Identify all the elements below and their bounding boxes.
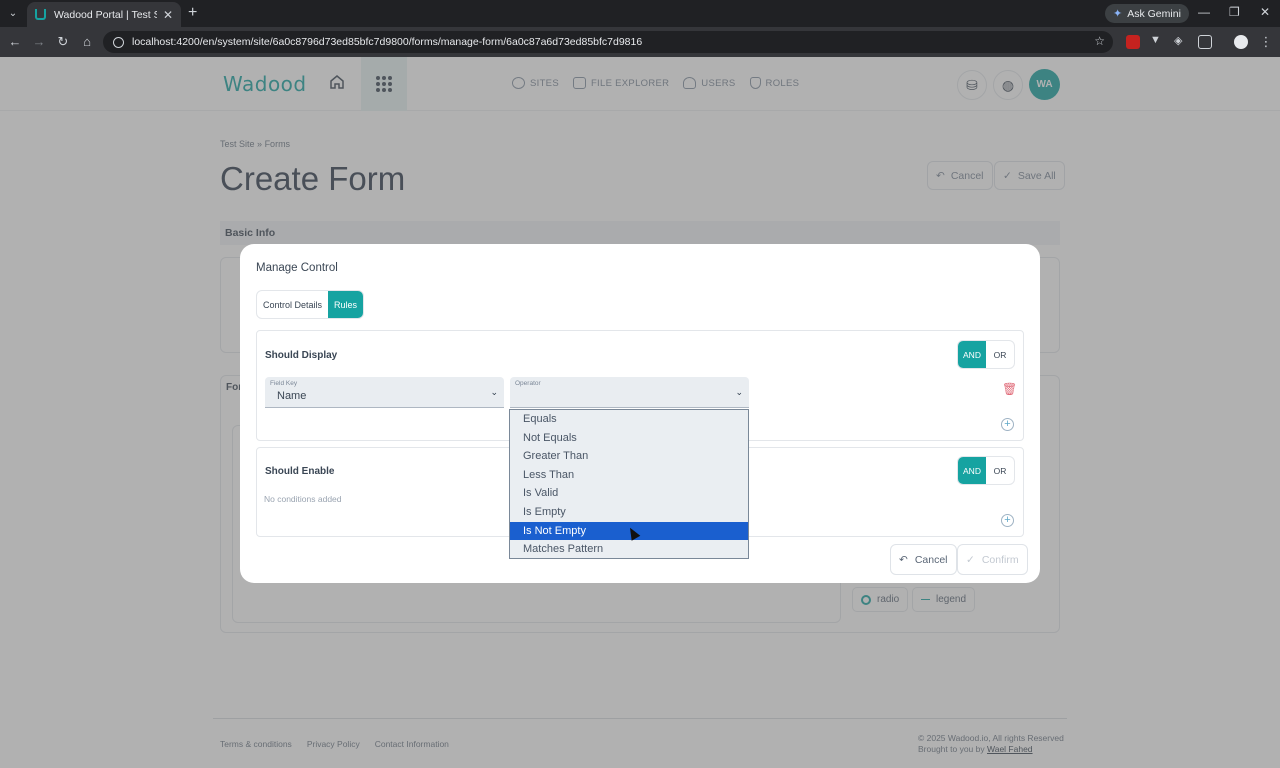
add-display-condition-icon[interactable]: + — [1001, 418, 1014, 431]
option-is-empty[interactable]: Is Empty — [510, 503, 748, 522]
minimize-icon[interactable]: — — [1198, 5, 1210, 19]
browser-menu-icon[interactable]: ⋮ — [1258, 34, 1274, 50]
add-enable-condition-icon[interactable]: + — [1001, 514, 1014, 527]
chevron-down-icon: ⌄ — [735, 387, 743, 397]
tab-search-chevron-icon[interactable]: ⌄ — [0, 0, 26, 27]
browser-tab-title: Wadood Portal | Test Site - Cre… — [54, 8, 157, 21]
home-browser-icon[interactable]: ⌂ — [79, 34, 95, 49]
gemini-spark-icon: ✦ — [1113, 8, 1123, 20]
restore-icon[interactable]: ❐ — [1229, 5, 1240, 19]
dialog-cancel-label: Cancel — [914, 553, 948, 566]
dialog-title: Manage Control — [256, 262, 338, 274]
operator-select[interactable]: Operator ⌄ — [510, 377, 749, 408]
field-key-value: Name — [277, 390, 307, 402]
undo-icon: ↶ — [899, 553, 908, 566]
option-greater-than[interactable]: Greater Than — [510, 447, 748, 466]
confirm-button[interactable]: ✓ Confirm — [957, 544, 1028, 575]
ask-gemini-button[interactable]: ✦ Ask Gemini — [1105, 4, 1189, 23]
field-key-select[interactable]: Field Key Name ⌄ — [265, 377, 504, 408]
no-conditions-text: No conditions added — [264, 494, 342, 504]
profile-icon[interactable] — [1234, 35, 1248, 49]
vue-devtools-icon[interactable]: ▼ — [1150, 34, 1164, 48]
new-tab-icon[interactable]: + — [188, 4, 197, 22]
confirm-label: Confirm — [981, 553, 1019, 566]
url-text: localhost:4200/en/system/site/6a0c8796d7… — [132, 36, 643, 48]
extension-2-icon[interactable]: ◈ — [1174, 34, 1188, 48]
site-favicon-icon — [35, 9, 46, 20]
enable-or-button[interactable]: OR — [986, 457, 1014, 484]
display-logic-toggle: AND OR — [957, 340, 1015, 369]
option-equals[interactable]: Equals — [510, 410, 748, 429]
tab-control-details[interactable]: Control Details — [257, 291, 328, 318]
display-and-button[interactable]: AND — [958, 341, 986, 368]
extension-icon[interactable] — [1126, 35, 1140, 49]
forward-icon[interactable]: → — [31, 34, 47, 49]
option-less-than[interactable]: Less Than — [510, 466, 748, 485]
delete-condition-icon[interactable]: 🗑 — [1002, 382, 1017, 396]
field-key-label: Field Key — [270, 380, 298, 387]
dialog-tabs: Control Details Rules — [256, 290, 365, 319]
tab-rules[interactable]: Rules — [328, 291, 364, 318]
back-icon[interactable]: ← — [7, 34, 23, 49]
option-matches-pattern[interactable]: Matches Pattern — [510, 540, 748, 559]
url-bar[interactable]: localhost:4200/en/system/site/6a0c8796d7… — [103, 31, 1113, 53]
site-info-icon[interactable] — [113, 36, 124, 48]
option-is-valid[interactable]: Is Valid — [510, 484, 748, 503]
reload-icon[interactable]: ↻ — [55, 34, 71, 50]
enable-and-button[interactable]: AND — [958, 457, 986, 484]
should-display-title: Should Display — [265, 350, 338, 361]
dialog-cancel-button[interactable]: ↶ Cancel — [890, 544, 957, 575]
bookmark-star-icon[interactable]: ☆ — [1094, 34, 1105, 48]
browser-tab[interactable]: Wadood Portal | Test Site - Cre… ✕ — [27, 2, 181, 27]
extensions-puzzle-icon[interactable] — [1198, 35, 1212, 49]
check-icon: ✓ — [966, 553, 975, 566]
display-or-button[interactable]: OR — [986, 341, 1014, 368]
enable-logic-toggle: AND OR — [957, 456, 1015, 485]
should-enable-title: Should Enable — [265, 466, 335, 477]
close-tab-icon[interactable]: ✕ — [163, 8, 173, 22]
chevron-down-icon: ⌄ — [490, 387, 498, 397]
close-window-icon[interactable]: ✕ — [1260, 5, 1270, 19]
option-not-equals[interactable]: Not Equals — [510, 429, 748, 448]
operator-label: Operator — [515, 380, 541, 387]
ask-gemini-label: Ask Gemini — [1127, 7, 1181, 20]
